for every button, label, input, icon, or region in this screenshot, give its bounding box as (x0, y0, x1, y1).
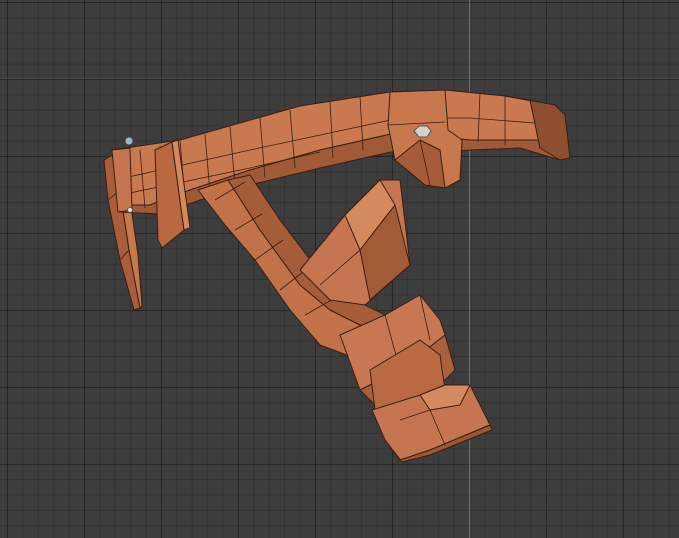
3d-viewport[interactable] (0, 0, 679, 538)
inner-block[interactable] (299, 179, 411, 306)
mesh-model[interactable] (0, 0, 679, 538)
